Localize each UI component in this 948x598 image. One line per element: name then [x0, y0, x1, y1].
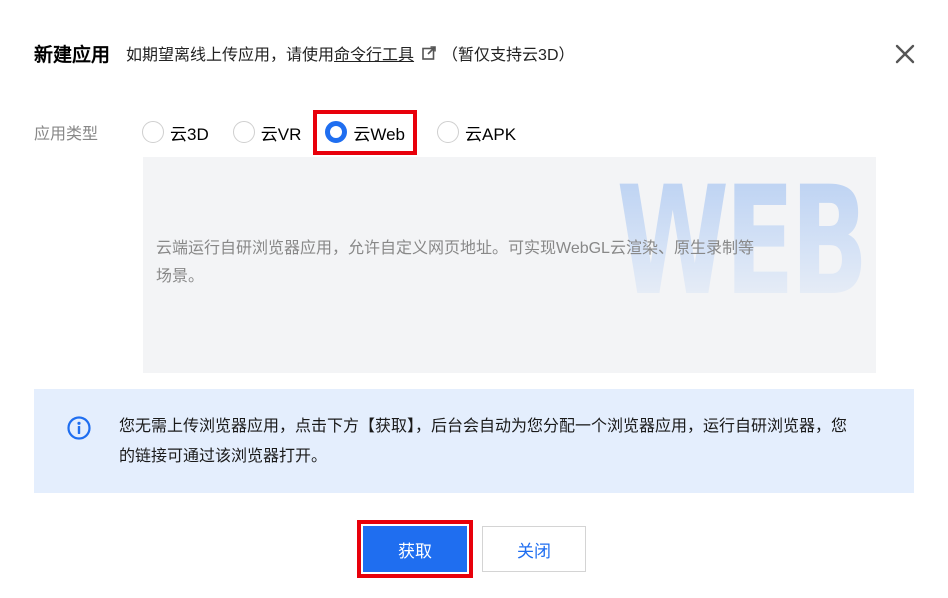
radio-circle-icon[interactable] [437, 121, 460, 143]
cli-tool-link[interactable]: 命令行工具 [334, 41, 414, 65]
get-button[interactable]: 获取 [357, 520, 473, 578]
description-text: 云端运行自研浏览器应用，允许自定义网页地址。可实现WebGL云渲染、原生录制等场… [156, 240, 754, 285]
radio-option-3d[interactable]: 云3D [142, 120, 209, 145]
close-button[interactable]: 关闭 [482, 526, 586, 572]
info-text: 您无需上传浏览器应用，点击下方【获取】，后台会自动为您分配一个浏览器应用，运行自… [119, 418, 848, 465]
dialog-title: 新建应用 [34, 44, 111, 66]
radio-label: 云Web [353, 124, 406, 144]
app-type-row: 应用类型 云3D 云VR 云Web 云APK [34, 109, 540, 155]
info-notice: 您无需上传浏览器应用，点击下方【获取】，后台会自动为您分配一个浏览器应用，运行自… [34, 389, 914, 493]
radio-option-vr[interactable]: 云VR [232, 120, 302, 145]
radio-label: 云3D [170, 124, 209, 144]
radio-circle-icon[interactable] [142, 121, 164, 143]
app-type-label: 应用类型 [34, 126, 99, 143]
radio-circle-icon[interactable] [232, 121, 255, 143]
new-app-dialog: 新建应用 如期望离线上传应用，请使用 命令行工具 （暂仅支持云3D） 应用类型 … [0, 0, 948, 598]
subtitle-suffix: （暂仅支持云3D） [442, 47, 575, 64]
radio-option-apk[interactable]: 云APK [437, 120, 516, 145]
dialog-subtitle: 如期望离线上传应用，请使用 命令行工具 （暂仅支持云3D） [126, 41, 575, 65]
radio-label: 云APK [465, 124, 517, 144]
radio-checked-icon[interactable] [325, 121, 348, 143]
close-icon[interactable] [894, 43, 916, 65]
app-type-description-card: WEB 云端运行自研浏览器应用，允许自定义网页地址。可实现WebGL云渲染、原生… [143, 157, 876, 373]
subtitle-prefix: 如期望离线上传应用，请使用 [126, 47, 335, 64]
dialog-header: 新建应用 如期望离线上传应用，请使用 命令行工具 （暂仅支持云3D） [34, 38, 888, 68]
radio-label: 云VR [260, 124, 302, 144]
info-icon [67, 416, 91, 440]
radio-option-web[interactable]: 云Web [313, 109, 418, 155]
external-link-icon[interactable] [422, 46, 436, 60]
